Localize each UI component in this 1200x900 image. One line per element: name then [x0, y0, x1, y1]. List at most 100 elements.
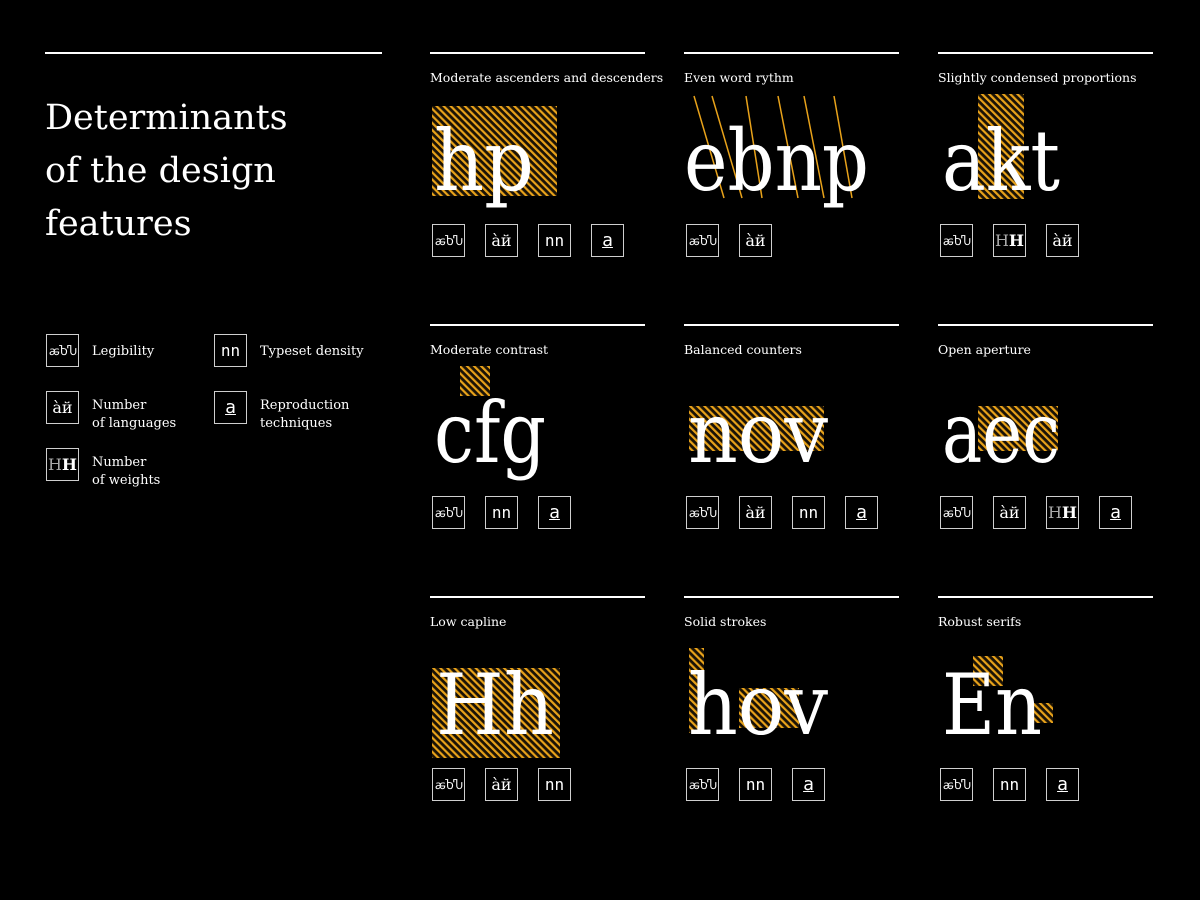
density-icon: nn	[538, 768, 571, 801]
density-icon: nn	[739, 768, 772, 801]
feature-caption: Even word rythm	[684, 70, 794, 85]
page-title: Determinants of the design features	[45, 92, 375, 251]
feature-icons: ꬱႦჀ àй H Ha	[940, 496, 1132, 529]
feature-icons: ꬱႦჀ nn a	[686, 768, 825, 801]
legibility-icon: ꬱႦჀ	[432, 768, 465, 801]
density-glyph: nn	[745, 774, 766, 794]
legend-label: Reproduction techniques	[260, 397, 370, 433]
legend-item-legibility: ꬱႦჀ Legibility	[46, 334, 202, 367]
density-glyph: nn	[544, 774, 565, 794]
legibility-icon: ꬱႦჀ	[686, 768, 719, 801]
density-glyph: nn	[999, 774, 1020, 794]
legend-label-line-1: Typeset density	[260, 344, 364, 359]
languages-icon: àй	[485, 768, 518, 801]
languages-glyph: àй	[52, 397, 73, 417]
type-specimen: aec	[942, 384, 1060, 482]
density-icon: nn	[792, 496, 825, 529]
languages-glyph: àй	[491, 774, 512, 794]
legend-item-reproduction: a Reproduction techniques	[214, 391, 370, 433]
legibility-icon: ꬱႦჀ	[686, 496, 719, 529]
type-specimen: akt	[942, 94, 1060, 210]
specimen-glyphs: Hh	[436, 656, 554, 754]
legend-item-density: nn Typeset density	[214, 334, 370, 367]
legend-label-line-1: Reproduction	[260, 398, 350, 413]
specimen-glyphs: cfg	[434, 384, 546, 482]
specimen-glyphs: En	[942, 656, 1042, 754]
type-specimen: cfg	[434, 366, 546, 482]
cell-top-rule	[938, 52, 1153, 54]
languages-icon: àй	[485, 224, 518, 257]
legend-label-line-2: of languages	[92, 416, 177, 431]
feature-icons: ꬱႦჀ àй nn	[432, 768, 571, 801]
weights-bold-glyph: H	[1061, 502, 1078, 522]
legend-item-languages: àй Number of languages	[46, 391, 202, 433]
reproduction-icon: a	[845, 496, 878, 529]
feature-caption: Open aperture	[938, 342, 1031, 357]
type-specimen: En	[942, 656, 1053, 754]
type-specimen: hp	[432, 106, 557, 210]
density-icon: nn	[214, 334, 247, 367]
weights-light-glyph: H	[1047, 502, 1062, 522]
legibility-icon: ꬱႦჀ	[940, 496, 973, 529]
legibility-glyph: ꬱႦჀ	[943, 777, 971, 792]
specimen-glyphs: akt	[942, 112, 1060, 210]
feature-caption: Moderate contrast	[430, 342, 549, 357]
feature-caption: Balanced counters	[684, 342, 802, 357]
specimen-glyphs: aec	[942, 384, 1060, 482]
reproduction-glyph: a	[803, 773, 814, 795]
legibility-icon: ꬱႦჀ	[46, 334, 79, 367]
legibility-glyph: ꬱႦჀ	[435, 777, 463, 792]
density-glyph: nn	[220, 340, 241, 360]
type-specimen: nov	[688, 384, 828, 482]
specimen-glyphs: hp	[434, 112, 534, 210]
feature-caption: Moderate ascenders and descenders	[430, 70, 664, 85]
legend-label: Number of languages	[92, 397, 202, 433]
reproduction-glyph: a	[856, 501, 867, 523]
feature-caption: Robust serifs	[938, 614, 1022, 629]
legend-label: Number of weights	[92, 454, 202, 490]
feature-icons: ꬱႦჀ àй nn a	[432, 224, 624, 257]
type-specimen: Hh	[432, 656, 560, 758]
intro-top-rule	[45, 52, 382, 54]
reproduction-icon: a	[1099, 496, 1132, 529]
weights-light-glyph: H	[994, 230, 1009, 250]
reproduction-glyph: a	[1057, 773, 1068, 795]
reproduction-icon: a	[538, 496, 571, 529]
weights-light-glyph: H	[47, 454, 62, 474]
cell-top-rule	[938, 596, 1153, 598]
legend-label-line-2: techniques	[260, 416, 333, 431]
legend-label-line-1: Legibility	[92, 344, 155, 359]
density-glyph: nn	[491, 502, 512, 522]
languages-icon: àй	[1046, 224, 1079, 257]
feature-caption: Solid strokes	[684, 614, 767, 629]
legend-item-weights: H H Number of weights	[46, 448, 202, 490]
weights-bold-glyph: H	[61, 454, 78, 474]
legend-label-line-1: Number	[92, 455, 147, 470]
reproduction-glyph: a	[1110, 501, 1121, 523]
reproduction-icon: a	[591, 224, 624, 257]
title-line-3: features	[45, 204, 192, 244]
reproduction-glyph: a	[549, 501, 560, 523]
title-line-2: of the design	[45, 151, 276, 191]
legibility-icon: ꬱႦჀ	[686, 224, 719, 257]
feature-icons: ꬱႦჀ nn a	[432, 496, 571, 529]
feature-icons: ꬱႦჀ nn a	[940, 768, 1079, 801]
cell-top-rule	[430, 596, 645, 598]
title-line-1: Determinants	[45, 98, 288, 138]
specimen-glyphs: hov	[688, 656, 828, 754]
feature-caption: Low capline	[430, 614, 507, 629]
density-icon: nn	[993, 768, 1026, 801]
languages-glyph: àй	[745, 502, 766, 522]
languages-glyph: àй	[491, 230, 512, 250]
legibility-glyph: ꬱႦჀ	[435, 505, 463, 520]
languages-glyph: àй	[745, 230, 766, 250]
legibility-glyph: ꬱႦჀ	[689, 233, 717, 248]
type-specimen: hov	[688, 648, 828, 754]
reproduction-glyph: a	[225, 396, 236, 418]
cell-top-rule	[430, 52, 645, 54]
languages-glyph: àй	[1052, 230, 1073, 250]
cell-top-rule	[684, 52, 899, 54]
legibility-glyph: ꬱႦჀ	[49, 343, 77, 358]
languages-icon: àй	[46, 391, 79, 424]
weights-icon: HH	[46, 448, 79, 481]
